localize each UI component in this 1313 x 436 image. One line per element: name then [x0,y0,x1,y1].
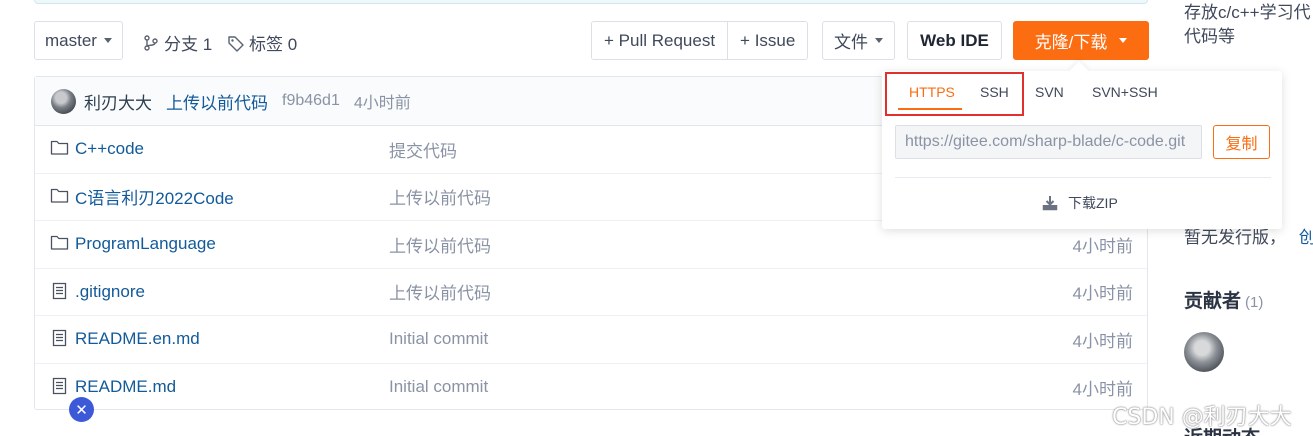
file-name[interactable]: C++code [75,139,144,159]
download-icon [1042,196,1058,211]
file-name[interactable]: .gitignore [75,282,145,302]
file-name[interactable]: README.en.md [75,329,200,349]
download-zip-link[interactable]: 下载ZIP [1042,193,1118,213]
repo-description-line1: 存放c/c++学习代 [1184,3,1311,22]
tab-ssh[interactable]: SSH [980,84,1009,100]
file-time: 4小时前 [1072,379,1133,399]
file-icon [52,377,67,394]
releases-empty-label: 暂无发行版， [1184,228,1286,247]
file-time: 4小时前 [1072,331,1133,351]
download-zip-label: 下载ZIP [1068,195,1118,211]
file-name[interactable]: README.md [75,377,176,397]
chevron-down-icon [104,38,112,43]
folder-icon [50,235,69,250]
file-time: 4小时前 [1072,284,1133,304]
chevron-down-icon [875,38,883,43]
branch-select[interactable]: master [34,21,123,60]
table-row[interactable]: README.en.md Initial commit 4小时前 [35,316,1147,364]
chevron-down-icon [1119,38,1128,43]
contributors-label: 贡献者 [1184,291,1242,312]
contributors-title: 贡献者 (1) [1184,286,1263,313]
clone-label: 克隆/下载 [1034,33,1108,52]
copy-url-button[interactable]: 复制 [1213,125,1270,159]
clone-url-input[interactable] [895,125,1202,159]
divider [895,177,1271,178]
tags-count: 标签 0 [249,35,298,54]
file-commit-message[interactable]: 提交代码 [389,137,457,162]
new-issue-button[interactable]: + Issue [727,22,808,59]
branch-label: master [45,30,97,50]
active-tab-indicator [898,108,962,110]
commit-time: 4小时前 [353,95,411,112]
dropdown-arrow [1069,61,1089,81]
file-commit-message[interactable]: 上传以前代码 [389,279,491,304]
tag-icon [228,35,244,52]
branch-icon [144,34,158,51]
folder-icon [50,140,69,155]
table-row[interactable]: .gitignore 上传以前代码 4小时前 [35,269,1147,316]
file-time: 4小时前 [1072,236,1133,256]
top-band [34,0,1148,4]
create-release-link[interactable]: 创建 [1299,228,1313,247]
repo-description-line2: 代码等 [1184,27,1235,46]
folder-icon [50,188,69,203]
table-row[interactable]: README.md Initial commit 4小时前 [35,364,1147,412]
file-name[interactable]: ProgramLanguage [75,234,216,254]
commit-sha[interactable]: f9b46d1 [282,92,340,110]
web-ide-button[interactable]: Web IDE [907,21,1002,60]
file-icon [52,329,67,347]
contributors-count: (1) [1245,294,1264,311]
file-name[interactable]: C语言利刃2022Code [75,184,234,209]
pr-issue-group: + Pull Request + Issue [591,21,809,60]
avatar[interactable] [51,88,76,114]
close-icon[interactable]: ✕ [69,397,94,422]
commit-message[interactable]: 上传以前代码 [166,89,268,114]
file-commit-message[interactable]: 上传以前代码 [389,232,491,257]
tab-svn[interactable]: SVN [1035,84,1064,100]
tags-link[interactable]: 标签 0 [227,30,297,55]
file-commit-message[interactable]: 上传以前代码 [389,184,491,209]
contributor-avatar[interactable] [1184,332,1224,372]
commit-author[interactable]: 利刃大大 [84,89,152,114]
files-dropdown-button[interactable]: 文件 [822,21,895,60]
file-icon [52,282,67,299]
files-label: 文件 [834,33,868,52]
branches-link[interactable]: 分支 1 [142,30,212,55]
file-commit-message[interactable]: Initial commit [389,329,488,349]
tab-https[interactable]: HTTPS [909,84,955,100]
clone-download-button[interactable]: 克隆/下载 [1013,21,1149,60]
file-commit-message[interactable]: Initial commit [389,377,488,397]
branches-count: 分支 1 [164,35,213,54]
clone-dropdown: HTTPS SSH SVN SVN+SSH 复制 下载ZIP [882,61,1282,229]
new-pull-request-button[interactable]: + Pull Request [592,22,728,59]
tab-svn-ssh[interactable]: SVN+SSH [1092,84,1158,100]
watermark: CSDN @利刃大大 [1112,405,1292,430]
